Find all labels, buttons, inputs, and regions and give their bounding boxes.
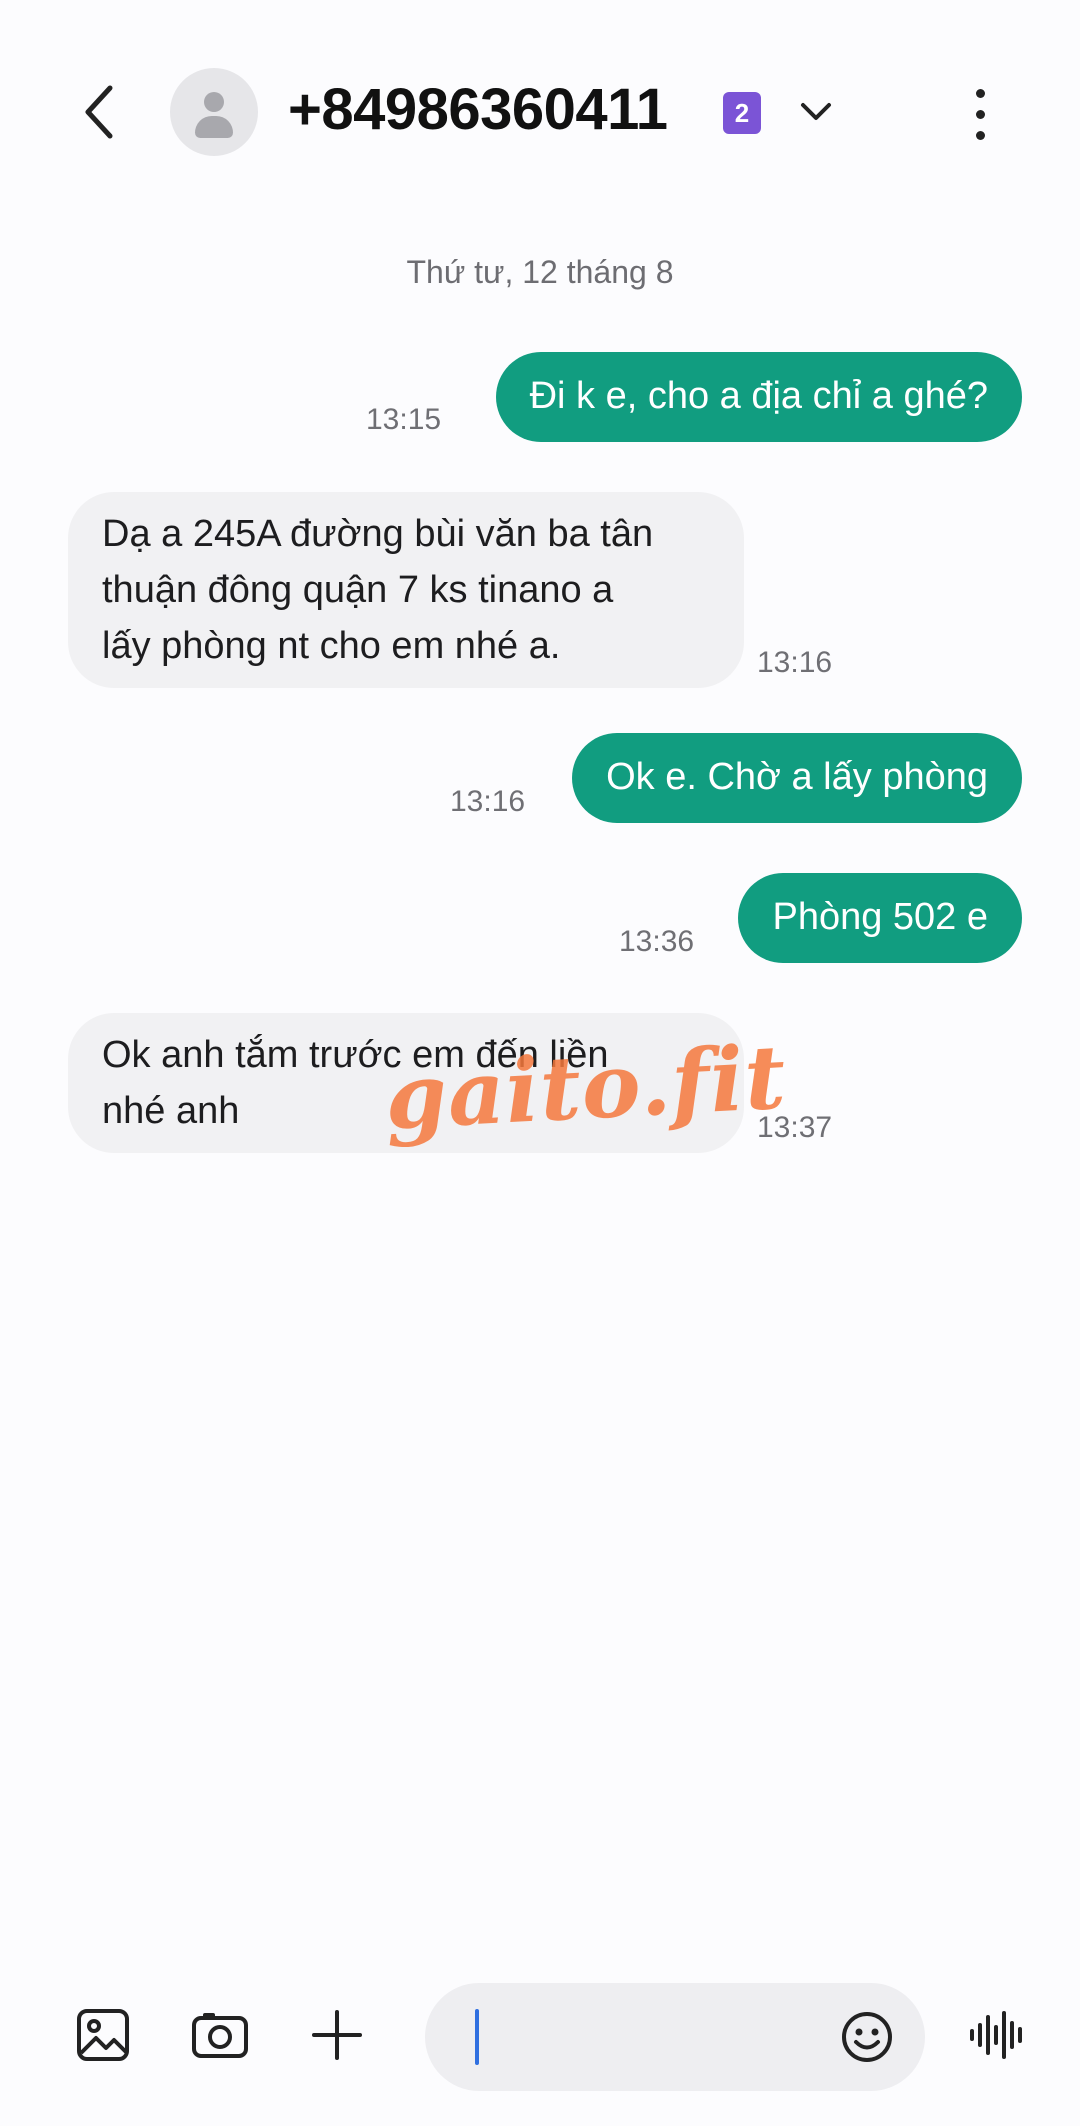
conversation-header: +84986360411 2 (0, 0, 1080, 230)
gallery-button[interactable] (68, 2000, 138, 2070)
gallery-icon (77, 2009, 129, 2061)
message-time: 13:16 (757, 646, 833, 679)
text-cursor (475, 2009, 479, 2065)
emoji-icon (842, 2012, 892, 2062)
message-line: Dạ a 245A đường bùi văn ba tân (102, 513, 654, 555)
sent-message-bubble[interactable]: Ok e. Chờ a lấy phòng (572, 733, 1022, 823)
message-line: thuận đông quận 7 ks tinano a (102, 569, 614, 611)
composer-bar (0, 1975, 1080, 2105)
message-line: lấy phòng nt cho em nhé a. (102, 625, 561, 667)
plus-icon (312, 2010, 362, 2060)
date-separator: Thứ tư, 12 tháng 8 (406, 254, 674, 290)
more-dot (975, 88, 985, 98)
contact-avatar[interactable] (170, 68, 258, 156)
contact-name[interactable]: +84986360411 (288, 76, 668, 143)
back-arrow-icon (85, 85, 113, 139)
camera-button[interactable] (185, 2000, 255, 2070)
sent-message-bubble[interactable]: Phòng 502 e (738, 873, 1022, 963)
emoji-button[interactable] (835, 2005, 899, 2069)
message-input[interactable] (425, 1983, 925, 2091)
more-dot (975, 130, 985, 140)
received-message-bubble[interactable]: Dạ a 245A đường bùi văn ba tân thuận đôn… (68, 492, 744, 688)
back-button[interactable] (60, 72, 140, 152)
more-options-button[interactable] (950, 78, 1010, 150)
voice-record-button[interactable] (963, 2000, 1033, 2070)
message-time: 13:16 (450, 785, 526, 818)
messages-screen: +84986360411 2 Thứ tư, 12 tháng 8 Đi k e… (0, 0, 1080, 2126)
more-dot (975, 109, 985, 119)
add-attachment-button[interactable] (302, 2000, 372, 2070)
voice-icon (970, 2011, 1022, 2059)
camera-icon (192, 2013, 248, 2058)
sent-message-bubble[interactable]: Đi k e, cho a địa chỉ a ghé? (495, 352, 1022, 442)
chevron-down-icon (801, 103, 831, 120)
watermark: gaito.fit (382, 1024, 789, 1150)
sim-badge: 2 (723, 92, 761, 134)
contact-dropdown-button[interactable] (792, 88, 840, 136)
avatar-body-shape (195, 116, 233, 138)
avatar-head-shape (204, 92, 224, 112)
message-time: 13:36 (619, 925, 695, 958)
message-time: 13:15 (366, 403, 442, 436)
